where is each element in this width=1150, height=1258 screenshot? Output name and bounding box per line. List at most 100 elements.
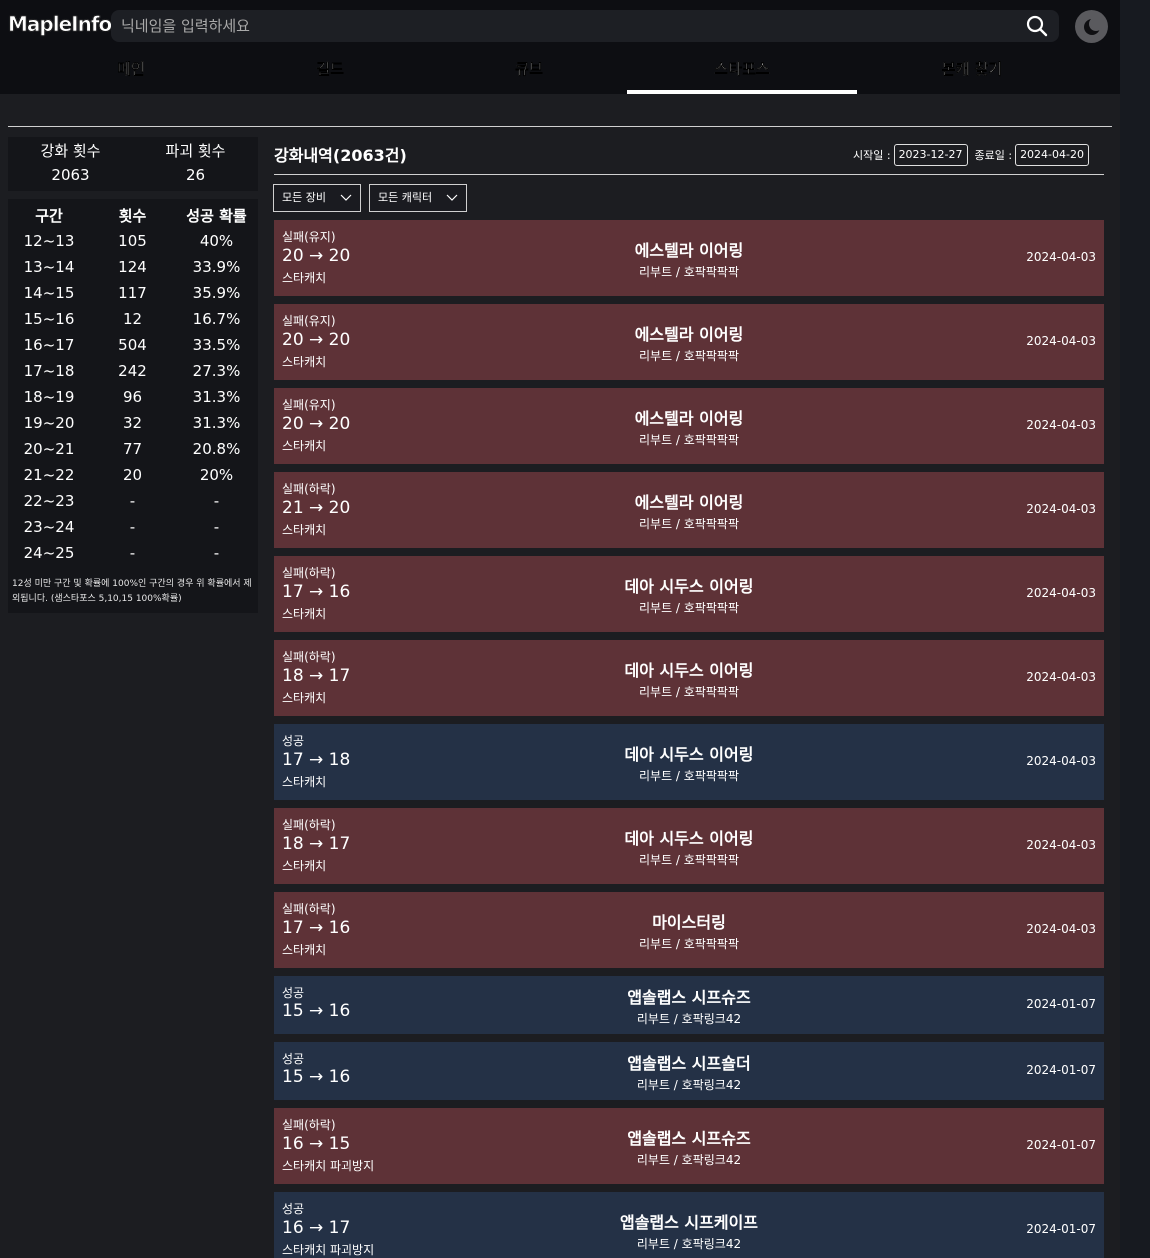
date-range: 시작일 : 2023-12-27 종료일 : 2024-04-20: [853, 144, 1089, 166]
search-icon[interactable]: [1025, 14, 1049, 38]
table-header: 구간 횟수 성공 확률: [8, 202, 258, 228]
count-cell: 242: [118, 362, 147, 380]
range-cell: 24~25: [23, 544, 75, 562]
history-card[interactable]: 실패(하락) 18 → 17 스타캐치 데아 시두스 이어링 리부트 / 호팍팍팍팍 20…: [274, 640, 1104, 716]
table-row: 23~24 - -: [8, 514, 258, 540]
table-row: 13~14 124 33.9%: [8, 254, 258, 280]
rate-cell: 31.3%: [192, 414, 241, 432]
count-cell: 96: [122, 388, 143, 406]
item-info: 앱솔랩스 시프슈즈 리부트 / 호팍링크42: [274, 984, 1104, 1027]
stats-footnote: 12성 미만 구간 및 확률에 100%인 구간의 경우 위 확률에서 제외됩니…: [12, 579, 252, 604]
main-nav: 메인 길드 큐브 스타포스 본캐 찾기: [0, 50, 1120, 94]
item-info: 에스텔라 이어링 리부트 / 호팍팍팍팍: [274, 489, 1104, 532]
history-divider: [274, 174, 1104, 175]
range-cell: 12~13: [23, 232, 75, 250]
history-date: 2024-04-03: [1026, 586, 1096, 600]
history-card[interactable]: 실패(하락) 18 → 17 스타캐치 데아 시두스 이어링 리부트 / 호팍팍팍팍 20…: [274, 808, 1104, 884]
item-info: 데아 시두스 이어링 리부트 / 호팍팍팍팍: [274, 573, 1104, 616]
history-card[interactable]: 성공 17 → 18 스타캐치 데아 시두스 이어링 리부트 / 호팍팍팍팍 2024-0…: [274, 724, 1104, 800]
site-logo[interactable]: MapleInfo: [8, 12, 113, 37]
item-name: 앱솔랩스 시프슈즈: [627, 1129, 751, 1148]
rate-cell: -: [213, 518, 220, 536]
item-info: 앱솔랩스 시프케이프 리부트 / 호팍링크42: [274, 1209, 1104, 1252]
character-filter-label: 모든 캐릭터: [378, 191, 433, 204]
history-card[interactable]: 실패(유지) 20 → 20 스타캐치 에스텔라 이어링 리부트 / 호팍팍팍팍 2024…: [274, 220, 1104, 296]
item-name: 데아 시두스 이어링: [624, 577, 754, 596]
item-info: 앱솔랩스 시프숄더리부트 / 호팍링크42: [274, 1050, 1104, 1093]
history-card[interactable]: 실패(하락) 21 → 20 스타캐치 에스텔라 이어링 리부트 / 호팍팍팍팍 2024…: [274, 472, 1104, 548]
end-date-input[interactable]: 2024-04-20: [1015, 144, 1089, 166]
top-bar: MapleInfo 메인 길드 큐브 스타포스 본캐 찾기: [0, 0, 1120, 94]
rate-cell: 27.3%: [192, 362, 241, 380]
summary-panel: 강화 횟수 2063 파괴 횟수 26: [8, 137, 258, 191]
table-row: 17~18 242 27.3%: [8, 358, 258, 384]
character-name: 리부트 / 호팍팍팍팍: [639, 937, 739, 951]
item-name: 마이스터링: [652, 913, 726, 932]
history-date: 2024-01-07: [1026, 1138, 1096, 1152]
history-date: 2024-01-07: [1026, 997, 1096, 1011]
chevron-down-icon: [446, 194, 458, 201]
table-row: 14~15 117 35.9%: [8, 280, 258, 306]
history-date: 2024-04-03: [1026, 838, 1096, 852]
rate-cell: -: [213, 544, 220, 562]
range-cell: 22~23: [23, 492, 75, 510]
item-name: 앱솔랩스 시프슈즈: [627, 988, 751, 1007]
history-card[interactable]: 실패(유지) 20 → 20 스타캐치 에스텔라 이어링 리부트 / 호팍팍팍팍 2024…: [274, 388, 1104, 464]
start-date-label: 시작일 :: [853, 149, 891, 162]
table-row: 22~23 - -: [8, 488, 258, 514]
history-card[interactable]: 실패(유지) 20 → 20 스타캐치 에스텔라 이어링 리부트 / 호팍팍팍팍 2024…: [274, 304, 1104, 380]
count-cell: 504: [118, 336, 147, 354]
tab-starforce[interactable]: 스타포스: [627, 50, 857, 94]
history-card[interactable]: 실패(하락) 17 → 16 스타캐치 데아 시두스 이어링 리부트 / 호팍팍팍팍 20…: [274, 556, 1104, 632]
start-date-input[interactable]: 2023-12-27: [893, 144, 968, 166]
table-row: 18~19 96 31.3%: [8, 384, 258, 410]
enhance-count-block: 강화 횟수 2063: [8, 139, 133, 187]
equipment-filter-select[interactable]: 모든 장비: [273, 184, 361, 212]
header-count: 횟수: [118, 206, 147, 225]
character-name: 리부트 / 호팍링크42: [636, 1078, 742, 1092]
rate-cell: 16.7%: [192, 310, 241, 328]
rate-cell: 20%: [199, 466, 234, 484]
history-card[interactable]: 성공 15 → 16 앱솔랩스 시프슈즈 리부트 / 호팍링크42 2024-01-07: [274, 976, 1104, 1034]
tab-guild[interactable]: 길드: [215, 50, 445, 94]
rate-cell: 40%: [199, 232, 234, 250]
history-date: 2024-04-03: [1026, 502, 1096, 516]
table-row: 19~20 32 31.3%: [8, 410, 258, 436]
history-card[interactable]: 성공 15 → 16 앱솔랩스 시프숄더 리부트 / 호팍링크42 2024-01-07: [274, 1042, 1104, 1100]
page-scroll-gutter: [1120, 0, 1150, 1258]
search-input[interactable]: [121, 10, 1011, 42]
item-info: 데아 시두스 이어링 리부트 / 호팍팍팍팍: [274, 825, 1104, 868]
table-row: 21~22 20 20%: [8, 462, 258, 488]
rate-cell: -: [213, 492, 220, 510]
character-filter-select[interactable]: 모든 캐릭터: [369, 184, 467, 212]
range-cell: 15~16: [23, 310, 75, 328]
item-info: 에스텔라 이어링 리부트 / 호팍팍팍팍: [274, 237, 1104, 280]
item-name: 에스텔라 이어링: [634, 241, 744, 260]
range-cell: 21~22: [23, 466, 75, 484]
header-rate: 성공 확률: [186, 206, 247, 225]
range-cell: 23~24: [23, 518, 75, 536]
table-row: 24~25 - -: [8, 540, 258, 566]
history-card[interactable]: 실패(하락) 17 → 16 스타캐치 마이스터링 리부트 / 호팍팍팍팍 2024-04…: [274, 892, 1104, 968]
history-card[interactable]: 실패(하락) 16 → 15 스타캐치 파괴방지 앱솔랩스 시프슈즈 리부트 / 호팍링…: [274, 1108, 1104, 1184]
range-cell: 20~21: [23, 440, 75, 458]
rate-cell: 31.3%: [192, 388, 241, 406]
range-cell: 18~19: [23, 388, 75, 406]
history-card[interactable]: 성공 16 → 17 스타캐치 파괴방지 앱솔랩스 시프케이프 리부트 / 호팍링크42…: [274, 1192, 1104, 1258]
tab-cube[interactable]: 큐브: [414, 50, 644, 94]
search-box: [111, 10, 1059, 42]
table-row: 15~16 12 16.7%: [8, 306, 258, 332]
history-date: 2024-04-03: [1026, 334, 1096, 348]
item-name: 앱솔랩스 시프숄더: [627, 1054, 751, 1073]
character-name: 리부트 / 호팍링크42: [636, 1153, 742, 1167]
item-name: 에스텔라 이어링: [634, 325, 744, 344]
tab-find-main-character[interactable]: 본캐 찾기: [857, 50, 1087, 94]
history-title: 강화내역(2063건): [274, 146, 407, 165]
rate-cell: 33.5%: [192, 336, 241, 354]
range-cell: 14~15: [23, 284, 75, 302]
tab-main[interactable]: 메인: [16, 50, 246, 94]
item-name: 데아 시두스 이어링: [624, 829, 754, 848]
theme-toggle-button[interactable]: [1075, 10, 1108, 43]
character-name: 리부트 / 호팍팍팍팍: [639, 433, 739, 447]
range-cell: 16~17: [23, 336, 75, 354]
